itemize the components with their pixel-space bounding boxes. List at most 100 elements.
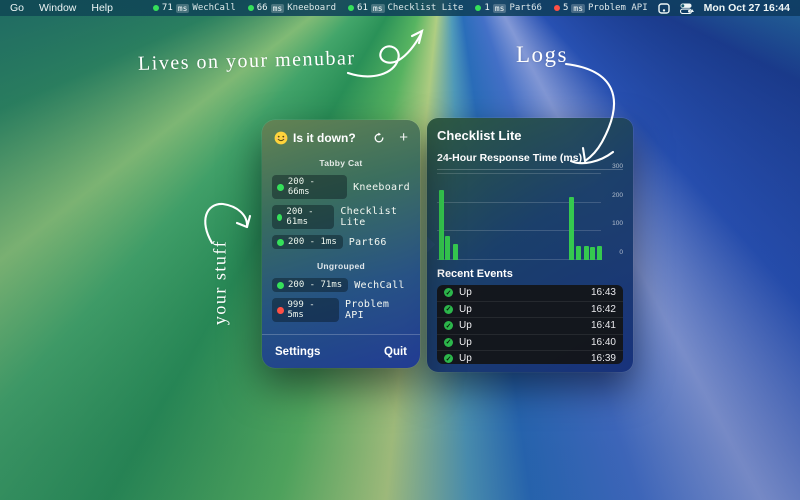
uptime-popover: Is it down? + Tabby Cat 200 - 66ms Kneeboa…	[262, 120, 420, 368]
status-badge: 999 - 5ms	[272, 298, 339, 322]
up-check-icon: ✓	[444, 338, 453, 347]
monitor-groups: Tabby Cat 200 - 66ms Kneeboard 200 - 61ms Ch…	[262, 158, 420, 325]
menu-help[interactable]: Help	[91, 2, 113, 14]
desktop: GoWindowHelp 71msWechCall66msKneeboard61…	[0, 0, 800, 500]
event-row: ✓ Up 16:42	[437, 302, 623, 319]
monitor-row[interactable]: 200 - 71msWechCall	[262, 275, 420, 295]
status-unit: ms	[371, 4, 385, 13]
response-time-bar	[439, 190, 444, 260]
group-label: Ungrouped	[262, 261, 420, 271]
menubar-status-item[interactable]: 61msChecklist Lite	[348, 3, 463, 13]
chart-plot-area	[437, 174, 601, 260]
chart-title: 24-Hour Response Time (ms)	[437, 152, 623, 164]
monitor-row[interactable]: 200 - 1ms Part66	[262, 232, 420, 252]
status-dot	[554, 5, 560, 11]
monitor-name: Part66	[349, 237, 387, 248]
response-time-chart: 3002001000	[437, 174, 623, 260]
menu-go[interactable]: Go	[10, 2, 24, 14]
monitor-status-dot	[277, 239, 284, 246]
menubar-status-item[interactable]: 71msWechCall	[153, 3, 236, 13]
status-dot	[475, 5, 481, 11]
menubar: GoWindowHelp 71msWechCall66msKneeboard61…	[0, 0, 800, 16]
popover-title: Is it down?	[293, 131, 368, 145]
response-time-bar	[584, 246, 589, 260]
chart-gridline	[437, 202, 601, 203]
event-row: ✓ Up 16:40	[437, 335, 623, 352]
up-check-icon: ✓	[444, 288, 453, 297]
detail-content: Checklist Lite 24-Hour Response Time (ms…	[427, 118, 633, 372]
control-center-icon[interactable]	[680, 3, 694, 14]
status-dot	[153, 5, 159, 11]
event-status-label: Up	[459, 337, 585, 348]
menu-window[interactable]: Window	[39, 2, 76, 14]
group-label: Tabby Cat	[262, 158, 420, 168]
event-row: ✓Up16:39	[437, 351, 623, 364]
status-value: 5	[563, 3, 568, 13]
refresh-button[interactable]	[373, 132, 385, 144]
quit-button[interactable]: Quit	[384, 346, 407, 358]
event-time: 16:40	[591, 337, 616, 348]
monitor-row[interactable]: 200 - 66ms Kneeboard	[262, 172, 420, 202]
popover-header: Is it down? +	[262, 120, 420, 149]
status-unit: ms	[493, 4, 507, 13]
status-unit: ms	[571, 4, 585, 13]
status-name: WechCall	[192, 3, 235, 13]
chart-ytick-label: 200	[603, 192, 623, 199]
recent-events-table: ✓Up16:43✓Up16:42✓Up16:41✓Up16:40✓Up16:39…	[437, 285, 623, 364]
status-name: Part66	[509, 3, 542, 13]
detail-popover: Checklist Lite 24-Hour Response Time (ms…	[427, 118, 633, 372]
screen-mirroring-icon[interactable]	[658, 3, 670, 14]
menubar-status-item[interactable]: 66msKneeboard	[248, 3, 336, 13]
badge-text: 200 - 61ms	[286, 207, 328, 227]
event-time: 16:42	[591, 304, 616, 315]
badge-text: 200 - 1ms	[288, 237, 337, 247]
status-unit: ms	[176, 4, 190, 13]
status-dot	[248, 5, 254, 11]
status-value: 71	[162, 3, 173, 13]
monitor-row[interactable]: 999 - 5ms Problem API	[262, 295, 420, 325]
response-time-bar	[590, 247, 595, 260]
response-time-bar	[569, 197, 574, 260]
menubar-status-item[interactable]: 5msProblem API	[554, 3, 648, 13]
monitor-name: Problem API	[345, 299, 410, 321]
chart-ytick-label: 0	[603, 249, 623, 256]
monitor-status-dot	[277, 282, 284, 289]
annotation-your-stuff: your stuff	[210, 218, 231, 348]
status-unit: ms	[271, 4, 285, 13]
chart-gridline	[437, 173, 601, 174]
smiley-emoji-icon	[274, 131, 288, 145]
status-badge: 200 - 66ms	[272, 175, 347, 199]
menubar-clock[interactable]: Mon Oct 27 16:44	[704, 2, 790, 14]
menubar-status-items: 71msWechCall66msKneeboard61msChecklist L…	[153, 3, 648, 13]
monitor-name: Checklist Lite	[340, 206, 410, 228]
settings-button[interactable]: Settings	[275, 346, 320, 358]
menubar-status-item[interactable]: 1 msPart66	[475, 3, 542, 13]
response-time-bar	[576, 246, 581, 260]
up-check-icon: ✓	[444, 305, 453, 314]
annotation-logs: Logs	[516, 42, 568, 68]
status-badge: 200 - 61ms	[272, 205, 334, 229]
event-time: 16:39	[591, 353, 616, 364]
response-time-bar	[453, 244, 458, 260]
monitor-row[interactable]: 200 - 61ms Checklist Lite	[262, 202, 420, 232]
monitor-name: Kneeboard	[353, 182, 410, 193]
status-name: Kneeboard	[287, 3, 336, 13]
add-monitor-button[interactable]: +	[399, 133, 408, 143]
badge-text: 999 - 5ms	[288, 300, 333, 320]
menubar-menus: Go Window Help	[10, 2, 113, 14]
status-value: 1	[484, 3, 489, 13]
chart-separator	[437, 169, 623, 170]
chart-gridline	[437, 230, 601, 231]
event-status-label: Up	[459, 304, 585, 315]
popover-footer: Settings Quit	[262, 334, 420, 368]
badge-text: 200 - 71ms	[288, 280, 342, 290]
status-badge: 200 - 1ms	[272, 235, 343, 249]
response-time-bar	[445, 236, 450, 260]
recent-events-title: Recent Events	[437, 268, 623, 280]
chart-ytick-label: 300	[603, 163, 623, 170]
up-check-icon: ✓	[444, 321, 453, 330]
event-time: 16:41	[591, 320, 616, 331]
status-name: Checklist Lite	[388, 3, 464, 13]
status-name: Problem API	[588, 3, 648, 13]
event-status-label: Up	[459, 320, 585, 331]
